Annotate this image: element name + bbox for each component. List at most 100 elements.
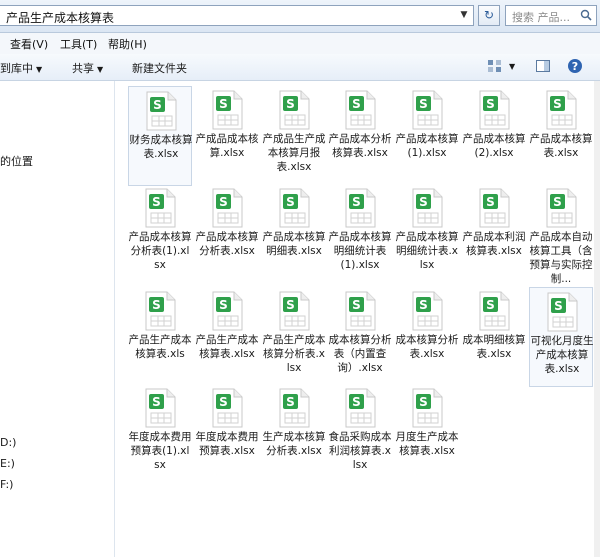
svg-text:S: S — [352, 97, 361, 111]
file-name: 产品成本利润核算表.xlsx — [462, 231, 526, 257]
file-item[interactable]: S 产品成本利润核算表.xlsx — [462, 184, 526, 284]
file-name: 可视化月度生产成本核算表.xlsx — [530, 335, 594, 375]
svg-text:S: S — [352, 298, 361, 312]
file-item[interactable]: S 产成品生产成本核算月报表.xlsx — [262, 86, 326, 186]
excel-file-icon: S — [479, 188, 510, 228]
excel-file-icon: S — [546, 90, 577, 130]
file-item[interactable]: S 食品采购成本利润核算表.xlsx — [328, 384, 392, 484]
excel-file-icon: S — [547, 292, 578, 332]
svg-text:S: S — [286, 298, 295, 312]
file-item[interactable]: S 产品生产成本核算表.xls — [128, 287, 192, 387]
sidebar-item-drive-f[interactable]: F:) — [0, 478, 13, 491]
file-name: 产品成本核算明细统计表 (1).xlsx — [328, 231, 392, 271]
file-name: 产成品成本核算.xlsx — [195, 133, 259, 159]
file-name: 产品成本核算(1).xlsx — [395, 133, 459, 159]
file-item[interactable]: S 年度成本费用预算表(1).xlsx — [128, 384, 192, 484]
file-name: 产品成本核算分析表.xlsx — [195, 231, 259, 257]
sidebar-item-drive-e[interactable]: E:) — [0, 457, 15, 470]
search-input[interactable]: 搜索 产品... — [505, 5, 597, 26]
file-item[interactable]: S 产品成本分析核算表.xlsx — [328, 86, 392, 186]
svg-text:S: S — [486, 195, 495, 209]
view-options-icon[interactable] — [487, 58, 503, 74]
new-folder-button[interactable]: 新建文件夹 — [132, 60, 187, 76]
file-item[interactable]: S 月度生产成本核算表.xlsx — [395, 384, 459, 484]
file-item[interactable]: S 成本核算分析表.xlsx — [395, 287, 459, 387]
file-name: 产成品生产成本核算月报表.xlsx — [262, 133, 326, 173]
excel-file-icon: S — [345, 388, 376, 428]
menu-view[interactable]: 查看(V) — [10, 36, 48, 52]
svg-text:S: S — [152, 395, 161, 409]
file-name: 年度成本费用预算表(1).xlsx — [128, 431, 192, 471]
excel-file-icon: S — [145, 291, 176, 331]
file-item[interactable]: S 产品成本自动核算工具（含预算与实际控制... — [529, 184, 593, 285]
file-item[interactable]: S 产品成本核算(2).xlsx — [462, 86, 526, 186]
address-field[interactable]: 产品生产成本核算表 ▼ — [0, 5, 474, 26]
file-name: 产品生产成本核算表.xls — [128, 334, 192, 360]
file-item[interactable]: S 产品成本核算明细表.xlsx — [262, 184, 326, 284]
address-bar: 产品生产成本核算表 ▼ ↻ 搜索 产品... — [0, 0, 600, 33]
include-library-button[interactable]: 包含到库中▼ — [0, 60, 42, 76]
svg-text:S: S — [486, 97, 495, 111]
svg-text:S: S — [419, 97, 428, 111]
chevron-down-icon: ▼ — [97, 65, 104, 74]
file-name: 产品成本核算明细统计表.xlsx — [395, 231, 459, 271]
refresh-button[interactable]: ↻ — [478, 5, 500, 26]
excel-file-icon: S — [412, 188, 443, 228]
svg-text:S: S — [219, 97, 228, 111]
sidebar-item-drive-d[interactable]: D:) — [0, 436, 16, 449]
svg-text:S: S — [286, 195, 295, 209]
excel-file-icon: S — [212, 90, 243, 130]
file-item[interactable]: S 产品生产成本核算分析表.xlsx — [262, 287, 326, 387]
scrollbar[interactable] — [594, 81, 600, 557]
file-item[interactable]: S 产品成本核算分析表.xlsx — [195, 184, 259, 284]
file-name: 财务成本核算表.xlsx — [129, 134, 193, 160]
file-item[interactable]: S 产品成本核算明细统计表.xlsx — [395, 184, 459, 284]
file-item[interactable]: S 产品成本核算(1).xlsx — [395, 86, 459, 186]
file-item[interactable]: S 成本明细核算表.xlsx — [462, 287, 526, 387]
share-button[interactable]: 共享 ▼ — [72, 60, 103, 76]
file-name: 产品生产成本核算表.xlsx — [195, 334, 259, 360]
file-item[interactable]: S 产成品成本核算.xlsx — [195, 86, 259, 186]
file-item[interactable]: S 年度成本费用预算表.xlsx — [195, 384, 259, 484]
excel-file-icon: S — [412, 291, 443, 331]
share-label: 共享 — [72, 62, 94, 75]
file-name: 产品成本核算表.xlsx — [529, 133, 593, 159]
file-item[interactable]: S 成本核算分析表（内置查询）.xlsx — [328, 287, 392, 387]
menu-tools[interactable]: 工具(T) — [60, 36, 97, 52]
svg-text:S: S — [419, 298, 428, 312]
excel-file-icon: S — [479, 291, 510, 331]
file-item[interactable]: S 产品成本核算表.xlsx — [529, 86, 593, 186]
file-name: 成本明细核算表.xlsx — [462, 334, 526, 360]
file-item[interactable]: S 生产成本核算分析表.xlsx — [262, 384, 326, 484]
help-icon[interactable]: ? — [567, 58, 583, 74]
file-item[interactable]: S 产品生产成本核算表.xlsx — [195, 287, 259, 387]
preview-pane-icon[interactable] — [535, 58, 551, 74]
excel-file-icon: S — [145, 388, 176, 428]
excel-file-icon: S — [146, 91, 177, 131]
excel-file-icon: S — [412, 90, 443, 130]
excel-file-icon: S — [479, 90, 510, 130]
address-path[interactable]: 产品生产成本核算表 — [6, 9, 114, 26]
file-name: 产品成本核算分析表(1).xlsx — [128, 231, 192, 271]
file-item[interactable]: S 财务成本核算表.xlsx — [128, 86, 193, 186]
svg-text:S: S — [486, 298, 495, 312]
file-name: 产品成本分析核算表.xlsx — [328, 133, 392, 159]
file-item[interactable]: S 产品成本核算分析表(1).xlsx — [128, 184, 192, 284]
chevron-down-icon[interactable]: ▼ — [457, 8, 471, 23]
menu-help[interactable]: 帮助(H) — [108, 36, 147, 52]
svg-text:S: S — [153, 98, 162, 112]
sidebar-item-recent-places[interactable]: 的位置 — [0, 153, 33, 169]
file-name: 成本核算分析表（内置查询）.xlsx — [328, 334, 392, 374]
navigation-pane: 的位置 D:) E:) F:) — [0, 81, 115, 557]
excel-file-icon: S — [145, 188, 176, 228]
file-item[interactable]: S 产品成本核算明细统计表 (1).xlsx — [328, 184, 392, 284]
svg-text:S: S — [219, 395, 228, 409]
svg-text:S: S — [352, 195, 361, 209]
chevron-down-icon[interactable]: ▼ — [509, 62, 515, 71]
search-icon[interactable] — [580, 9, 592, 21]
chevron-down-icon: ▼ — [36, 65, 43, 74]
svg-text:S: S — [152, 195, 161, 209]
file-item[interactable]: S 可视化月度生产成本核算表.xlsx — [529, 287, 594, 387]
excel-file-icon: S — [279, 90, 310, 130]
svg-text:S: S — [419, 195, 428, 209]
